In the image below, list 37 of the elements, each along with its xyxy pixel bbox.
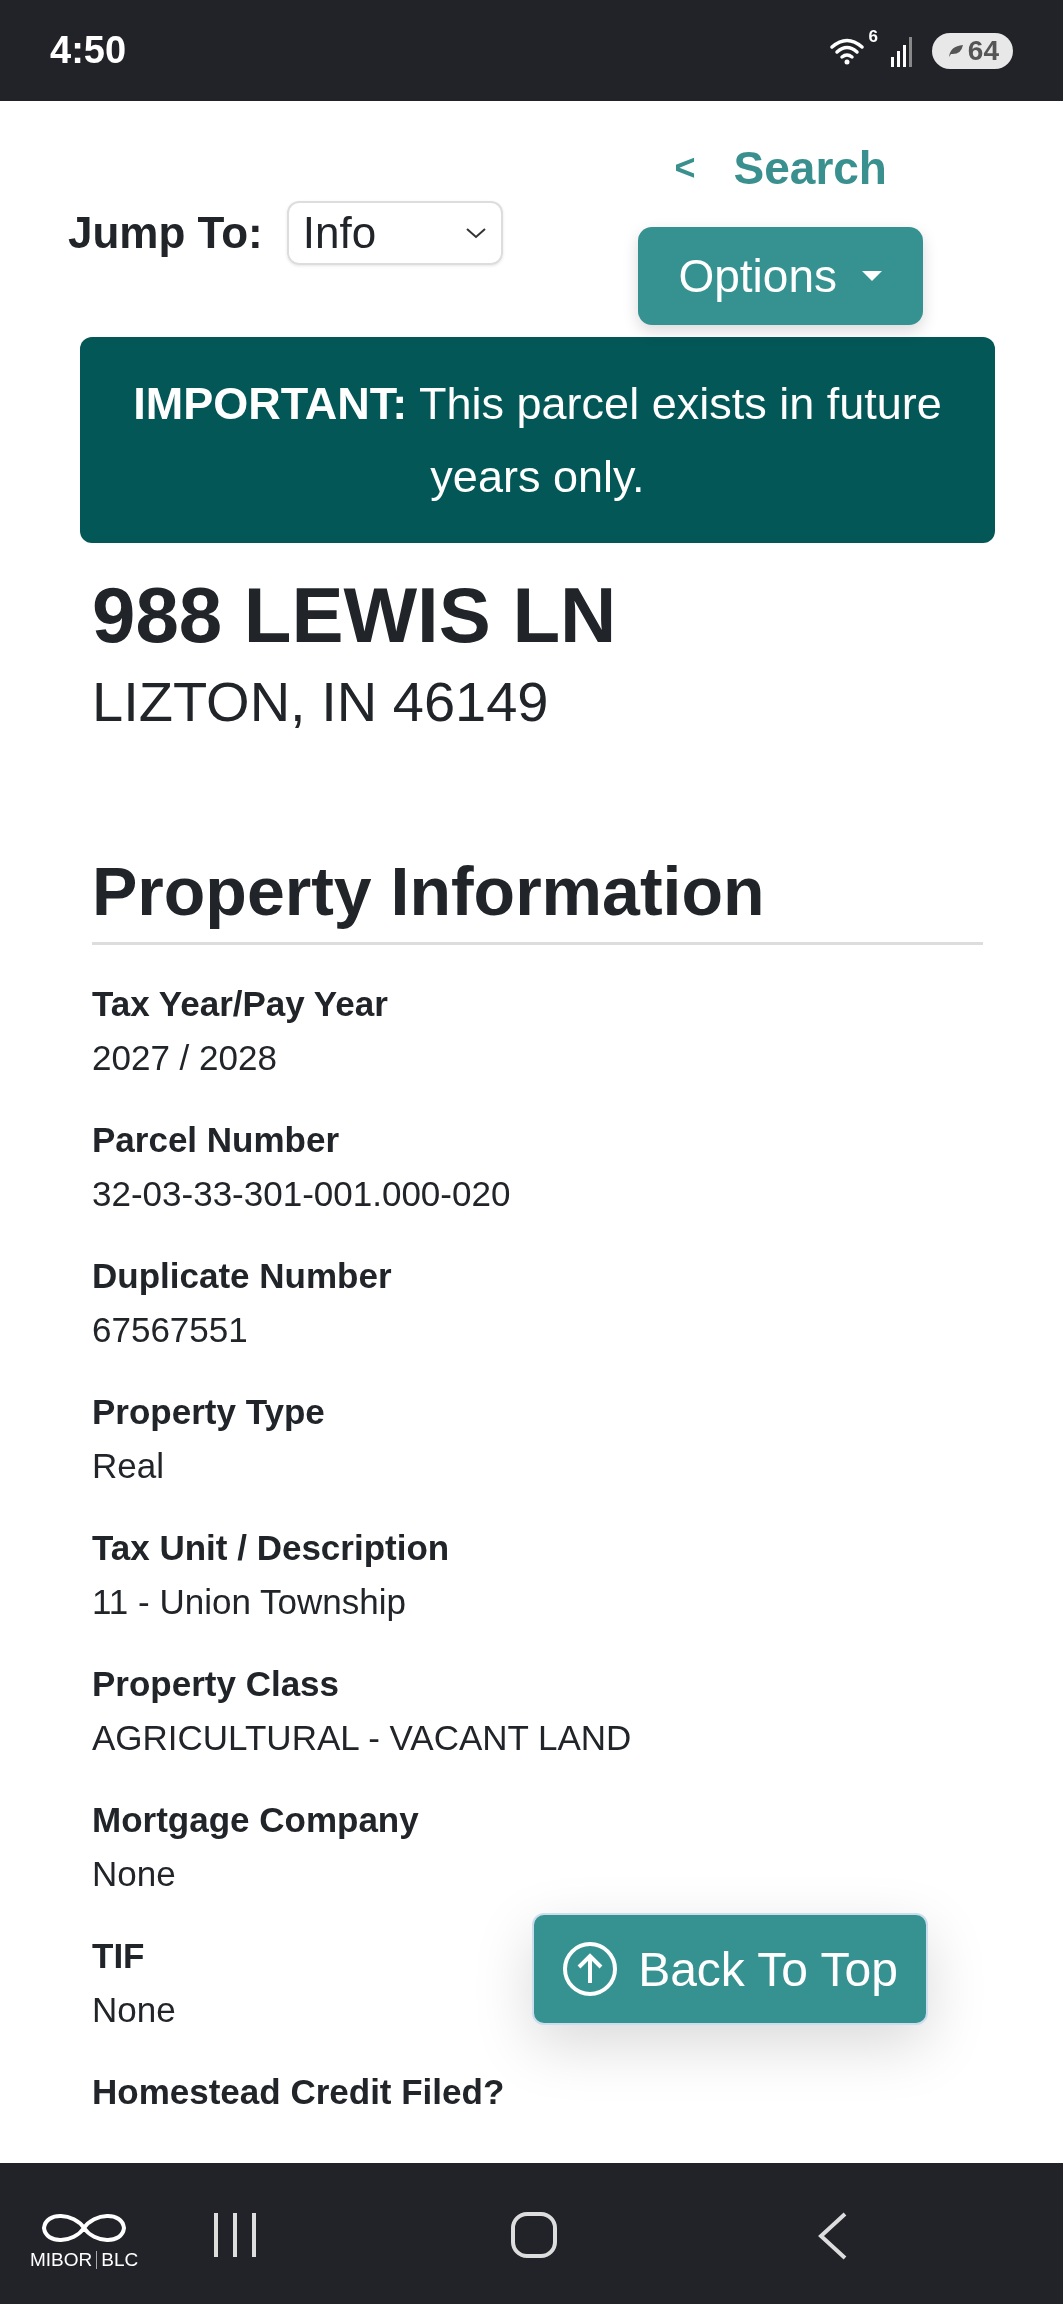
field-value: None xyxy=(92,1988,177,2031)
field-value: 32-03-33-301-001.000-020 xyxy=(92,1172,512,1215)
field-label: TIF xyxy=(92,1934,145,1977)
field-value: AGRICULTURAL - VACANT LAND xyxy=(92,1716,633,1759)
recent-apps-icon[interactable] xyxy=(212,2211,258,2259)
back-to-top-button[interactable]: Back To Top xyxy=(532,1913,928,2025)
field-label: Parcel Number xyxy=(92,1118,340,1161)
field-label: Tax Year/Pay Year xyxy=(92,982,388,1025)
arrow-up-circle-icon xyxy=(562,1941,619,1997)
field-value: 67567551 xyxy=(92,1308,249,1351)
city-address: LIZTON, IN 46149 xyxy=(92,668,550,734)
field-label: Mortgage Company xyxy=(92,1798,419,1841)
home-icon[interactable] xyxy=(510,2211,558,2259)
caret-icon xyxy=(861,270,883,282)
wifi-icon xyxy=(830,36,865,65)
section-heading: Property Information xyxy=(92,851,983,945)
options-button[interactable]: Options xyxy=(638,227,923,325)
status-time: 4:50 xyxy=(50,29,127,72)
jump-to-select[interactable]: Info xyxy=(286,201,503,265)
field-value: 11 - Union Township xyxy=(92,1580,407,1623)
notice-text: IMPORTANT: This parcel exists in future years only. xyxy=(132,377,943,504)
wifi-label: 6 xyxy=(868,26,878,47)
battery-indicator: 64 xyxy=(931,32,1013,69)
field-label: Tax Unit / Description xyxy=(92,1526,450,1569)
jump-to-label: Jump To: xyxy=(68,208,263,258)
chevron-down-icon xyxy=(464,226,487,240)
field-label: Duplicate Number xyxy=(92,1254,392,1297)
logo-text: BLC xyxy=(101,2249,139,2271)
street-address: 988 LEWIS LN xyxy=(92,570,618,661)
field-label: Homestead Credit Filed? xyxy=(92,2070,505,2113)
field-value: Real xyxy=(92,1444,165,1487)
field-label: Property Type xyxy=(92,1390,325,1433)
logo-text: MIBOR xyxy=(30,2249,93,2271)
search-link[interactable]: < Search xyxy=(674,141,887,195)
field-value: 2027 / 2028 xyxy=(92,1036,278,1079)
field-label: Property Class xyxy=(92,1662,340,1705)
field-value: None xyxy=(92,1852,177,1895)
